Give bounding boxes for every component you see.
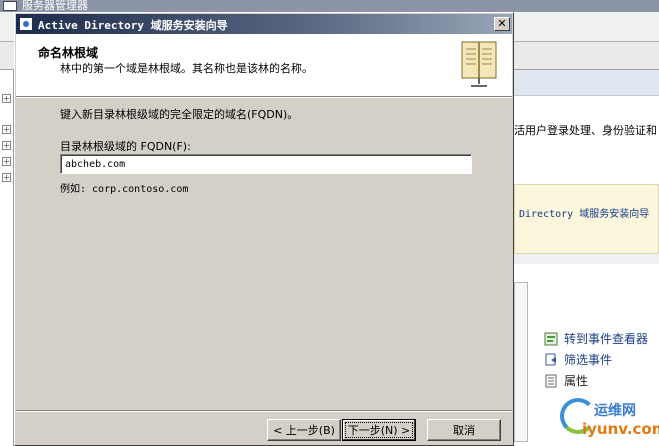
watermark-en-text: iyunv.com xyxy=(582,420,659,438)
background-tree-pane: + + + + + xyxy=(0,70,14,446)
filter-icon xyxy=(545,353,556,366)
tree-expand-icon[interactable]: + xyxy=(2,125,11,134)
tree-expand-icon[interactable]: + xyxy=(2,94,11,103)
ad-wizard-icon xyxy=(19,17,33,31)
close-button[interactable]: ✕ xyxy=(494,17,510,31)
filter-events-link[interactable]: 筛选事件 xyxy=(564,351,612,368)
wizard-header: 命名林根域 林中的第一个域是林根域。其名称也是该林的名称。 xyxy=(16,34,512,98)
cancel-button[interactable]: 取消 xyxy=(427,419,501,441)
go-to-event-viewer-link[interactable]: 转到事件查看器 xyxy=(564,330,648,347)
server-manager-icon xyxy=(3,1,17,11)
event-viewer-icon xyxy=(544,332,558,346)
background-description-text: 活用户登录处理、身份验证和 xyxy=(514,124,657,137)
dialog-titlebar[interactable]: Active Directory 域服务安装向导 ✕ xyxy=(16,14,512,34)
book-icon xyxy=(461,41,497,87)
fqdn-field-label: 目录林根级域的 FQDN(F): xyxy=(60,140,191,153)
background-details-pane: 活用户登录处理、身份验证和 Directory 域服务安装向导 转到事件查看器 … xyxy=(514,70,659,446)
page-title: 命名林根域 xyxy=(38,46,99,60)
ad-ds-install-wizard-dialog: Active Directory 域服务安装向导 ✕ 命名林根域 林中的第一个域… xyxy=(14,12,514,446)
fqdn-input[interactable] xyxy=(60,154,472,174)
background-header-band xyxy=(514,70,659,96)
button-separator xyxy=(16,410,512,412)
tree-expand-icon[interactable]: + xyxy=(2,157,11,166)
page-subtitle: 林中的第一个域是林根域。其名称也是该林的名称。 xyxy=(60,62,313,75)
background-divider-band xyxy=(514,254,659,264)
example-text: 例如: corp.contoso.com xyxy=(60,184,189,195)
properties-icon xyxy=(545,374,557,388)
tree-expand-icon[interactable]: + xyxy=(2,141,11,150)
background-wizard-link[interactable]: Directory 域服务安装向导 xyxy=(519,205,649,220)
watermark-logo: 运维网 iyunv.com xyxy=(552,396,659,444)
next-button[interactable]: 下一步(N) > xyxy=(342,419,416,441)
background-wizard-banner: Directory 域服务安装向导 xyxy=(514,184,659,254)
background-list-scroll[interactable] xyxy=(514,282,528,442)
tree-expand-icon[interactable]: + xyxy=(2,173,11,182)
back-button[interactable]: < 上一步(B) xyxy=(267,419,341,441)
background-window-titlebar: 服务器管理器 xyxy=(0,0,659,12)
dialog-title: Active Directory 域服务安装向导 xyxy=(38,19,228,32)
instruction-text: 键入新目录林根级域的完全限定的域名(FQDN)。 xyxy=(60,108,299,121)
watermark-cn-text: 运维网 xyxy=(594,403,636,419)
wizard-body: 键入新目录林根级域的完全限定的域名(FQDN)。 目录林根级域的 FQDN(F)… xyxy=(16,98,512,398)
properties-link[interactable]: 属性 xyxy=(564,372,588,389)
